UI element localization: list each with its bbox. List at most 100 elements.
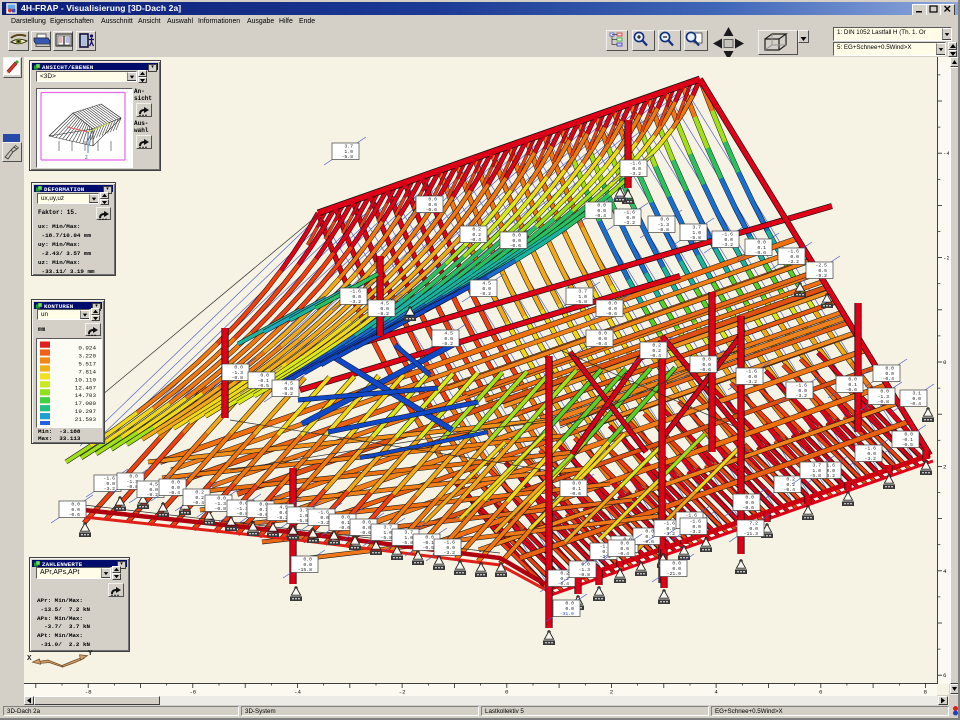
svg-text:-3.2: -3.2 (864, 456, 876, 462)
svg-text:0: 0 (943, 359, 947, 366)
svg-text:-1.3: -1.3 (126, 479, 138, 485)
svg-text:-2: -2 (399, 689, 406, 696)
svg-text:0.0: 0.0 (512, 233, 521, 239)
svg-text:-0.4: -0.4 (882, 376, 894, 382)
svg-text:0.0: 0.0 (425, 535, 434, 541)
svg-text:0.2: 0.2 (786, 477, 795, 483)
svg-text:-1.3: -1.3 (578, 567, 590, 573)
svg-text:0.0: 0.0 (826, 468, 835, 474)
svg-text:-15.8: -15.8 (298, 567, 313, 573)
svg-text:0.0: 0.0 (284, 386, 293, 392)
svg-text:0.0: 0.0 (626, 215, 635, 221)
svg-text:0.0: 0.0 (149, 487, 158, 493)
svg-text:-3.2: -3.2 (795, 393, 807, 399)
svg-text:0.0: 0.0 (71, 502, 80, 508)
svg-text:3.7: 3.7 (299, 508, 308, 514)
svg-text:3.7: 3.7 (383, 525, 392, 531)
svg-text:0.1: 0.1 (848, 382, 857, 388)
svg-text:0.0: 0.0 (303, 562, 312, 568)
svg-text:0.0: 0.0 (880, 389, 889, 395)
svg-text:-0.8: -0.8 (126, 484, 138, 490)
svg-text:0.0: 0.0 (660, 217, 669, 223)
svg-text:0.0: 0.0 (352, 294, 361, 300)
svg-text:3.7: 3.7 (404, 530, 413, 536)
svg-text:0.0: 0.0 (904, 432, 913, 438)
svg-text:0.0: 0.0 (597, 208, 606, 214)
svg-text:7.814: 7.814 (78, 368, 96, 375)
svg-text:3.7: 3.7 (812, 463, 821, 469)
svg-text:1.0: 1.0 (344, 149, 353, 155)
svg-text:0.0: 0.0 (234, 365, 243, 371)
svg-text:-1.6: -1.6 (663, 521, 675, 527)
svg-text:7.2: 7.2 (749, 521, 758, 527)
svg-text:-0.4: -0.4 (168, 490, 180, 496)
svg-text:0.0: 0.0 (702, 357, 711, 363)
svg-text:-0.4: -0.4 (469, 237, 481, 243)
svg-text:Y: Y (88, 650, 93, 658)
svg-text:-1.6: -1.6 (443, 540, 455, 546)
svg-text:X: X (27, 655, 32, 663)
svg-text:-0.1: -0.1 (901, 437, 913, 443)
svg-text:0.0: 0.0 (666, 526, 675, 532)
svg-text:0.0: 0.0 (171, 485, 180, 491)
svg-text:0.2: 0.2 (560, 571, 569, 577)
svg-text:-0.4: -0.4 (595, 341, 607, 347)
svg-text:3.220: 3.220 (78, 352, 96, 359)
svg-text:-1.3: -1.3 (231, 370, 243, 376)
svg-text:-1.3: -1.3 (236, 506, 248, 512)
svg-text:-0.1: -0.1 (422, 540, 434, 546)
svg-text:4.5: 4.5 (380, 301, 389, 307)
svg-text:-0.8: -0.8 (578, 572, 590, 578)
svg-text:21.593: 21.593 (75, 416, 97, 423)
svg-text:-0.4: -0.4 (909, 401, 921, 407)
svg-text:-8.2: -8.2 (276, 515, 288, 521)
svg-text:0.1: 0.1 (341, 520, 350, 526)
svg-text:4.5: 4.5 (149, 482, 158, 488)
svg-text:0.0: 0.0 (885, 366, 894, 372)
svg-text:0.0: 0.0 (71, 507, 80, 513)
svg-text:-3.2: -3.2 (745, 379, 757, 385)
svg-text:0.5: 0.5 (818, 268, 827, 274)
svg-text:0.0: 0.0 (749, 526, 758, 532)
svg-text:0.0: 0.0 (798, 388, 807, 394)
svg-text:-0.6: -0.6 (742, 505, 754, 511)
svg-text:0.0: 0.0 (598, 331, 607, 337)
svg-text:0.0: 0.0 (217, 496, 226, 502)
svg-text:0.0: 0.0 (608, 301, 617, 307)
svg-text:-0.6: -0.6 (569, 491, 581, 497)
svg-text:0.0: 0.0 (598, 336, 607, 342)
svg-text:5.517: 5.517 (78, 360, 96, 367)
svg-text:1.0: 1.0 (299, 513, 308, 519)
svg-text:-0.6: -0.6 (68, 512, 80, 518)
svg-text:-5.8: -5.8 (689, 235, 701, 241)
svg-text:0: 0 (505, 689, 509, 696)
svg-text:0.0: 0.0 (748, 374, 757, 380)
svg-text:14.703: 14.703 (75, 392, 97, 399)
svg-text:-0.6: -0.6 (642, 539, 654, 545)
svg-text:-0.6: -0.6 (425, 207, 437, 213)
svg-text:-1.6: -1.6 (629, 161, 641, 167)
svg-text:3.7: 3.7 (578, 289, 587, 295)
svg-text:-3.2: -3.2 (103, 486, 115, 492)
svg-text:3.1: 3.1 (912, 391, 921, 397)
svg-text:1.0: 1.0 (692, 230, 701, 236)
svg-text:0.2: 0.2 (195, 495, 204, 501)
svg-text:0.0: 0.0 (597, 203, 606, 209)
svg-text:0.0: 0.0 (129, 474, 138, 480)
svg-text:-1.3: -1.3 (214, 501, 226, 507)
svg-text:-5.8: -5.8 (296, 518, 308, 524)
svg-text:0.0: 0.0 (745, 500, 754, 506)
svg-text:0.0: 0.0 (912, 396, 921, 402)
svg-text:0.1: 0.1 (572, 486, 581, 492)
svg-text:-0.1: -0.1 (257, 378, 269, 384)
svg-text:-4: -4 (943, 150, 949, 157)
svg-text:0.2: 0.2 (652, 348, 661, 354)
svg-text:0.0: 0.0 (632, 166, 641, 172)
svg-text:-1.3: -1.3 (657, 222, 669, 228)
svg-text:-31.0: -31.0 (560, 611, 575, 617)
svg-text:-0.6: -0.6 (256, 512, 268, 518)
svg-text:8: 8 (924, 689, 928, 696)
svg-text:-3.2: -3.2 (623, 220, 635, 226)
svg-text:-0.6: -0.6 (338, 525, 350, 531)
svg-text:0.0: 0.0 (512, 238, 521, 244)
